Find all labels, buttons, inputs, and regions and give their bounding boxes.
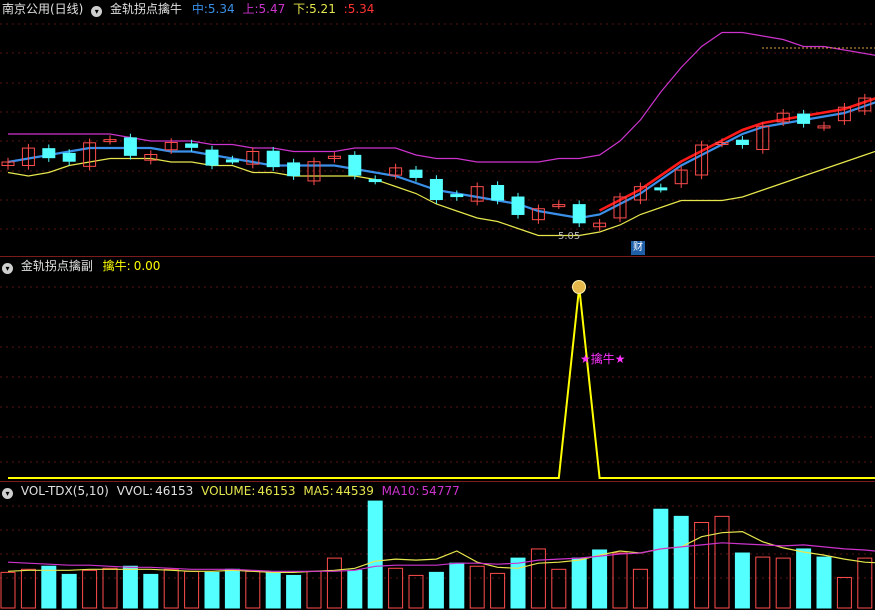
volume-bar: [82, 569, 98, 609]
mid-value: 5.34: [207, 2, 235, 16]
candle-body: [225, 159, 239, 163]
down-value: 5.21: [309, 2, 336, 16]
down-label: 下:: [293, 2, 310, 16]
candle-body: [185, 143, 199, 148]
sub-indicator-name[interactable]: 金轨拐点擒副: [21, 259, 93, 273]
indicator-toggle-icon[interactable]: ▾: [91, 6, 103, 17]
candle-body: [368, 179, 382, 183]
volume-bar: [347, 569, 363, 609]
up-value: 5.47: [258, 2, 286, 16]
candle-body: [205, 149, 219, 166]
main-indicator-name[interactable]: 金轨拐点擒牛: [110, 2, 182, 16]
volume-chart[interactable]: [0, 482, 875, 610]
finance-badge[interactable]: 财: [631, 241, 645, 255]
volume-bar: [388, 567, 404, 609]
volume-bar: [734, 552, 750, 609]
volume-bar: [326, 557, 342, 609]
candle-body: [287, 162, 301, 177]
volume-bar: [796, 548, 812, 609]
main-panel-header: 南京公用(日线) ▾ 金轨拐点擒牛 中:5.34 上:5.47 下:5.21 :…: [2, 1, 378, 17]
volume-bar: [449, 562, 465, 609]
volume-bar: [367, 500, 383, 609]
volume-bar: [122, 565, 138, 609]
volume-bar: [143, 573, 159, 609]
volume-bar: [163, 568, 179, 609]
volume-bar: [673, 515, 689, 609]
volume-bar: [265, 571, 281, 609]
volume-bar: [428, 571, 444, 609]
vol-toggle-icon[interactable]: ▾: [2, 488, 13, 499]
candle-body: [511, 196, 525, 215]
volume-panel[interactable]: ▾ VOL-TDX(5,10) VVOL: 46153 VOLUME: 46153 …: [0, 482, 875, 610]
up-label: 上:: [242, 2, 259, 16]
sub-toggle-icon[interactable]: ▾: [2, 263, 13, 274]
volume-bar: [510, 557, 526, 609]
buy-signal-label: ★擒牛★: [580, 352, 626, 366]
volume-bar: [775, 557, 791, 609]
candle-body: [266, 150, 280, 168]
signal-value: 0.00: [133, 259, 161, 273]
volume-bar: [857, 557, 873, 609]
sub-panel-header: ▾ 金轨拐点擒副 擒牛: 0.00: [2, 258, 164, 274]
candle-body: [450, 194, 464, 198]
ma10-label: MA10:: [381, 484, 420, 498]
volume-bar: [41, 565, 57, 609]
candle-body: [429, 178, 443, 201]
volume-bar: [286, 574, 302, 609]
volume-label: VOLUME:: [201, 484, 256, 498]
volume-bar: [571, 557, 587, 609]
volume-bar: [306, 570, 322, 609]
candle-body: [735, 139, 749, 145]
ma10-value: 54777: [421, 484, 460, 498]
volume-bar: [632, 568, 648, 609]
vol-indicator-name[interactable]: VOL-TDX(5,10): [21, 484, 109, 498]
volume-bar: [224, 568, 240, 609]
volume-bar: [551, 568, 567, 609]
candle-body: [62, 152, 76, 162]
volume-bar: [816, 556, 832, 609]
candle-body: [654, 187, 668, 191]
volume-bar: [408, 574, 424, 609]
volume-bar: [61, 573, 77, 609]
vvol-label: VVOL:: [116, 484, 154, 498]
candle-body: [797, 113, 811, 124]
volume-bar: [184, 570, 200, 609]
volume-bar: [469, 565, 485, 609]
signal-label: 擒牛:: [102, 259, 131, 273]
mid-label: 中:: [191, 2, 208, 16]
volume-bar: [490, 572, 506, 609]
volume-bar: [102, 567, 118, 609]
ma5-value: 44539: [335, 484, 374, 498]
volume-bar: [20, 568, 36, 609]
volume-bar: [592, 549, 608, 609]
main-price-panel[interactable]: 南京公用(日线) ▾ 金轨拐点擒牛 中:5.34 上:5.47 下:5.21 :…: [0, 0, 875, 256]
volume-bar: [653, 508, 669, 609]
money-bag-icon: [572, 280, 586, 294]
candle-body: [409, 169, 423, 178]
volume-bar: [755, 556, 771, 609]
signal-chart[interactable]: [0, 257, 875, 481]
volume-value: 46153: [257, 484, 296, 498]
stock-name: 南京公用(日线): [2, 2, 84, 16]
candle-body: [123, 137, 137, 156]
candle-body: [572, 204, 586, 224]
volume-bar: [836, 576, 852, 609]
low-price-label: 5.05: [558, 231, 581, 242]
volume-bar: [204, 571, 220, 609]
candle-body: [491, 184, 505, 201]
candle-body: [42, 148, 56, 159]
vvol-value: 46153: [155, 484, 194, 498]
volume-panel-header: ▾ VOL-TDX(5,10) VVOL: 46153 VOLUME: 46153 …: [2, 483, 464, 499]
volume-bar: [612, 552, 628, 609]
candlestick-chart[interactable]: [0, 0, 875, 256]
signal-line: [8, 286, 875, 479]
extra-value: 5.34: [347, 2, 375, 16]
volume-bar: [245, 570, 261, 609]
ma5-label: MA5:: [303, 484, 334, 498]
sub-indicator-panel[interactable]: ▾ 金轨拐点擒副 擒牛: 0.00: [0, 257, 875, 481]
volume-bar: [530, 548, 546, 609]
candle-body: [348, 154, 362, 176]
